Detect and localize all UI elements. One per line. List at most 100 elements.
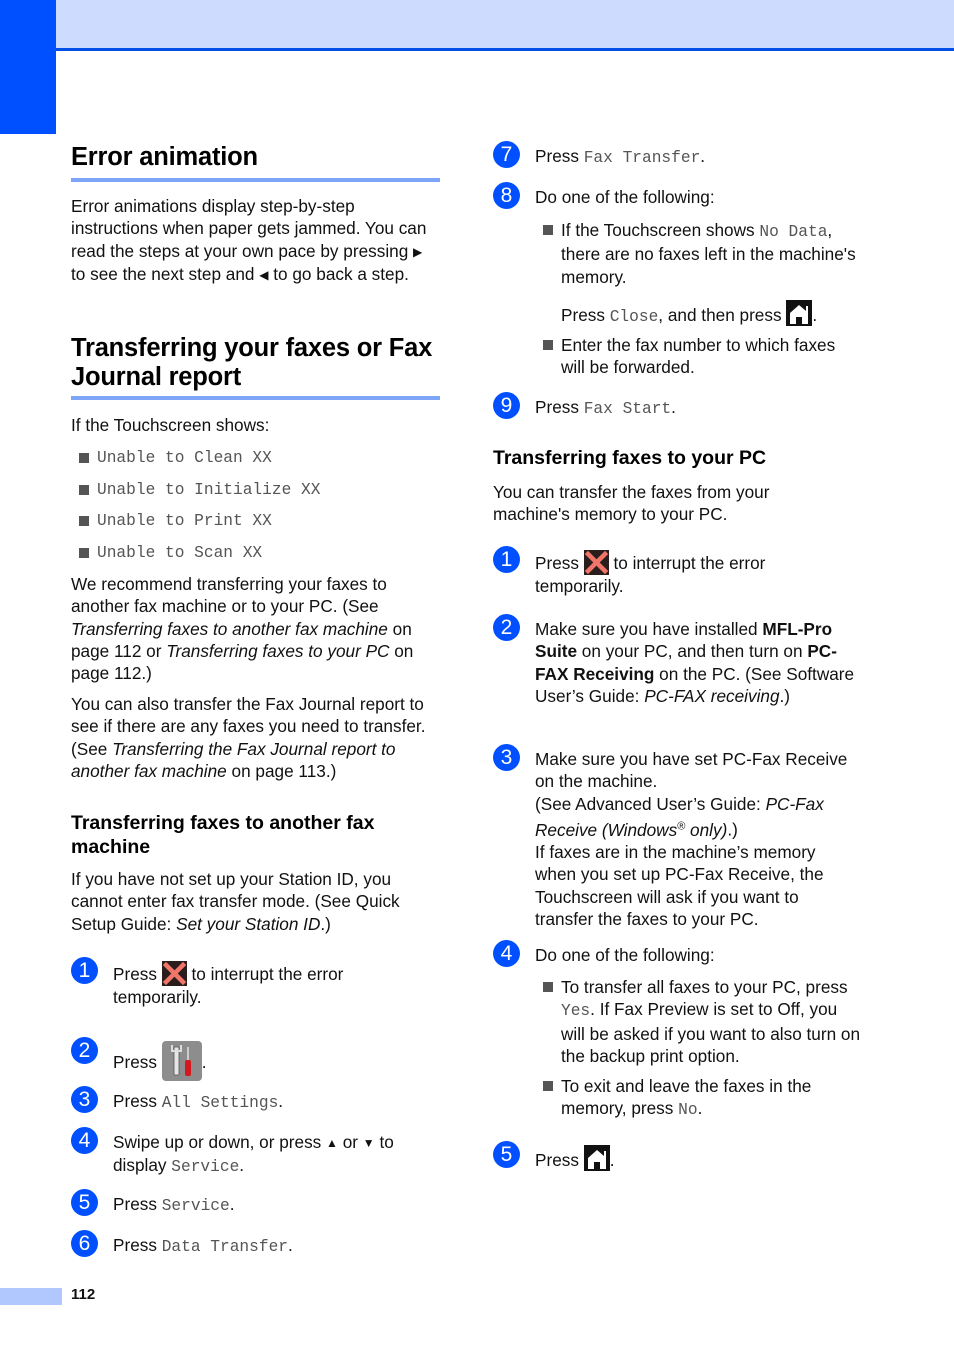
text: Press (113, 1235, 162, 1255)
option-text: Enter the fax number to which faxes will… (561, 335, 836, 378)
error-message-item: Unable to Clean XX (79, 447, 272, 469)
text: .) (779, 685, 791, 706)
step-text: Press Data Transfer. (113, 1234, 293, 1258)
cancel-x-icon (583, 550, 609, 575)
bullet-icon (543, 1081, 553, 1091)
option-bullet: To exit and leave the faxes in the memor… (543, 1075, 863, 1122)
subsection-title-another-fax: Transferring faxes to another fax machin… (71, 812, 375, 858)
bullet-icon (79, 548, 89, 558)
text: .) (727, 819, 738, 840)
title-rule (71, 396, 440, 400)
menu-option: All Settings (161, 1094, 279, 1112)
step-4: 4 Swipe up or down, or press ▲ or ▼ to d… (71, 1127, 441, 1179)
step-2: 2 Press . (71, 1037, 207, 1081)
station-id-paragraph: If you have not set up your Station ID, … (71, 868, 441, 935)
text: Press (535, 1150, 584, 1170)
text: . (278, 1091, 284, 1111)
section-title-error-animation: Error animation (71, 143, 258, 171)
sub-instruction: Press Close, and then press . (561, 299, 863, 328)
home-icon (786, 299, 813, 326)
step-8: 8 Do one of the following: (493, 182, 715, 209)
text: . (812, 304, 818, 325)
up-arrow-icon: ▲ (326, 1136, 338, 1150)
to-pc-intro: You can transfer the faxes from your mac… (493, 482, 770, 525)
option-bullet: If the Touchscreen shows No Data, there … (543, 219, 863, 328)
fax-journal-paragraph: You can also transfer the Fax Journal re… (71, 693, 441, 782)
home-icon (583, 1145, 610, 1171)
text: Press (561, 304, 610, 325)
text: To transfer all faxes to your PC, press (561, 977, 848, 997)
text: If the Touchscreen shows (561, 220, 760, 240)
text: on your PC, and then turn on (577, 641, 808, 662)
pc-step-3: 3 Make sure you have set PC-Fax Receive … (493, 744, 863, 930)
text: Press (113, 1194, 162, 1214)
option-text: If the Touchscreen shows No Data, there … (561, 219, 863, 328)
error-message: Unable to Print XX (97, 512, 272, 530)
menu-option: Data Transfer (161, 1238, 289, 1256)
menu-option: Service (171, 1158, 240, 1177)
step-number: 8 (493, 182, 520, 209)
settings-tools-icon (161, 1041, 202, 1081)
bullet-icon (543, 340, 553, 350)
step-number: 7 (493, 141, 520, 168)
header-rule (56, 48, 954, 51)
error-animation-paragraph: Error animations display step-by-step in… (71, 195, 441, 286)
step-text: Press to interrupt the error temporarily… (113, 961, 433, 1008)
step-number: 4 (71, 1127, 98, 1154)
error-message-item: Unable to Scan XX (79, 542, 262, 564)
pc-step-2: 2 Make sure you have installed MFL-Pro S… (493, 614, 863, 707)
option-bullet: Enter the fax number to which faxes will… (543, 334, 863, 379)
error-message-item: Unable to Initialize XX (79, 479, 320, 501)
text: If faxes are in the machine’s memory whe… (535, 841, 824, 929)
menu-option: Close (609, 307, 659, 326)
cross-reference-link[interactable]: Set your Station ID (176, 914, 320, 934)
bullet-icon (543, 225, 553, 235)
menu-option: Fax Start (583, 400, 672, 418)
step-9: 9 Press Fax Start. (493, 392, 676, 420)
text: Press (113, 964, 162, 984)
step-number: 2 (71, 1037, 98, 1064)
cross-reference-link[interactable]: Transferring faxes to another fax machin… (71, 619, 388, 639)
touchscreen-intro: If the Touchscreen shows: (71, 415, 270, 435)
bullet-icon (79, 516, 89, 526)
menu-option: No (678, 1101, 698, 1120)
text: . (700, 146, 706, 166)
error-message: Unable to Scan XX (97, 544, 263, 562)
text: to see the next step and (71, 263, 260, 284)
text: Error animations display step-by-step in… (71, 196, 427, 261)
text: . (697, 1098, 703, 1119)
text: Press (535, 397, 584, 417)
option-text: To transfer all faxes to your PC, press … (561, 976, 863, 1067)
cross-reference-link[interactable]: PC-FAX receiving (644, 686, 779, 706)
pc-step-5: 5 Press . (493, 1141, 615, 1171)
step-text: Do one of the following: (535, 945, 715, 965)
text: (See Advanced User’s Guide: (535, 793, 766, 814)
text: . (201, 1052, 207, 1072)
cross-reference-link[interactable]: Transferring faxes to your PC (166, 641, 389, 661)
step-number: 2 (493, 614, 520, 641)
text: Make sure you have set PC-Fax Receive on… (535, 749, 848, 792)
text: on page 113.) (226, 760, 337, 781)
step-text: Press . (113, 1041, 207, 1081)
text: .) (320, 913, 331, 934)
title-rule (71, 178, 440, 182)
text: . (239, 1155, 245, 1176)
screen-message: No Data (759, 223, 828, 241)
pc-step-4: 4 Do one of the following: (493, 940, 715, 967)
step-text: Press . (535, 1145, 615, 1171)
recommend-paragraph: We recommend transferring your faxes to … (71, 573, 441, 684)
text: to go back a step. (268, 263, 409, 284)
subsection-title-to-pc: Transferring faxes to your PC (493, 447, 767, 469)
text: We recommend transferring your faxes to … (71, 574, 387, 617)
step-number: 3 (71, 1086, 98, 1113)
bullet-icon (79, 453, 89, 463)
step-number: 5 (493, 1141, 520, 1168)
bullet-icon (543, 982, 553, 992)
step-number: 9 (493, 392, 520, 419)
menu-option: Service (161, 1197, 230, 1215)
menu-option: Yes (561, 1002, 591, 1021)
step-number: 5 (71, 1189, 98, 1216)
text: Press (535, 146, 584, 166)
text: Press (113, 1052, 162, 1072)
text: Make sure you have installed (535, 619, 763, 639)
